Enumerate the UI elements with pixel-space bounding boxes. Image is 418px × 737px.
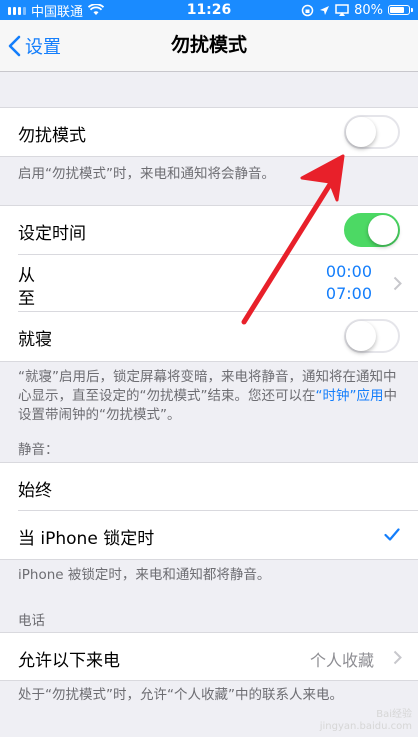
checkmark-icon — [384, 528, 400, 541]
scheduled-label: 设定时间 — [18, 224, 86, 244]
chevron-right-icon — [393, 276, 402, 291]
dnd-footer: 启用“勿扰模式”时，来电和通知将会静音。 — [18, 166, 275, 182]
watermark-line2: jingyan.baidu.com — [319, 721, 412, 732]
bedtime-row: 就寝 — [0, 312, 418, 362]
watermark-logo: Bai经验 jingyan.baidu.com — [320, 709, 412, 733]
navigation-bar: 设置 勿扰模式 — [0, 20, 418, 72]
battery-icon — [388, 5, 413, 15]
bedtime-toggle[interactable] — [344, 319, 400, 353]
silence-header: 静音： — [18, 442, 59, 458]
scheduled-toggle[interactable] — [344, 213, 400, 247]
from-time: 00:00 — [325, 262, 372, 281]
chevron-right-icon — [393, 650, 402, 665]
to-time: 07:00 — [325, 284, 372, 303]
bedtime-label: 就寝 — [18, 330, 52, 350]
dnd-toggle[interactable] — [344, 115, 400, 149]
schedule-time-row[interactable]: 从 至 00:00 07:00 — [0, 255, 418, 312]
location-icon — [320, 5, 330, 15]
bedtime-footer: “就寝”启用后，锁定屏幕将变暗，来电将静音，通知将在通知中心显示，直至设定的“勿… — [18, 368, 402, 425]
toggle-knob — [346, 321, 376, 351]
toggle-knob — [368, 215, 398, 245]
page-title: 勿扰模式 — [170, 34, 247, 56]
allow-calls-label: 允许以下来电 — [18, 651, 120, 671]
dnd-row: 勿扰模式 — [0, 107, 418, 157]
phone-header: 电话 — [18, 613, 45, 629]
always-label: 始终 — [18, 481, 52, 501]
toggle-knob — [346, 117, 376, 147]
from-label: 从 — [18, 266, 35, 286]
to-label: 至 — [18, 289, 35, 309]
orientation-lock-icon — [301, 4, 314, 16]
silence-locked-row[interactable]: 当 iPhone 锁定时 — [0, 511, 418, 560]
signal-icon — [8, 5, 26, 15]
watermark-line1: Bai经验 — [376, 709, 412, 720]
scheduled-row: 设定时间 — [0, 205, 418, 255]
battery-percent: 80% — [354, 2, 383, 18]
allow-calls-row[interactable]: 允许以下来电 个人收藏 — [0, 632, 418, 681]
silence-footer: iPhone 被锁定时，来电和通知都将静音。 — [18, 567, 271, 583]
allow-calls-value: 个人收藏 — [309, 651, 374, 670]
carrier-label: 中国联通 — [31, 4, 84, 20]
silence-always-row[interactable]: 始终 — [0, 462, 418, 511]
clock-app-link[interactable]: “时钟”应用 — [316, 388, 384, 404]
phone-footer: 处于“勿扰模式”时，允许“个人收藏”中的联系人来电。 — [18, 687, 343, 703]
wifi-icon — [88, 4, 105, 15]
dnd-label: 勿扰模式 — [18, 126, 86, 146]
status-bar: 中国联通 11:26 80% — [0, 0, 418, 20]
screen-mirroring-icon — [335, 4, 349, 16]
locked-label: 当 iPhone 锁定时 — [18, 529, 155, 549]
